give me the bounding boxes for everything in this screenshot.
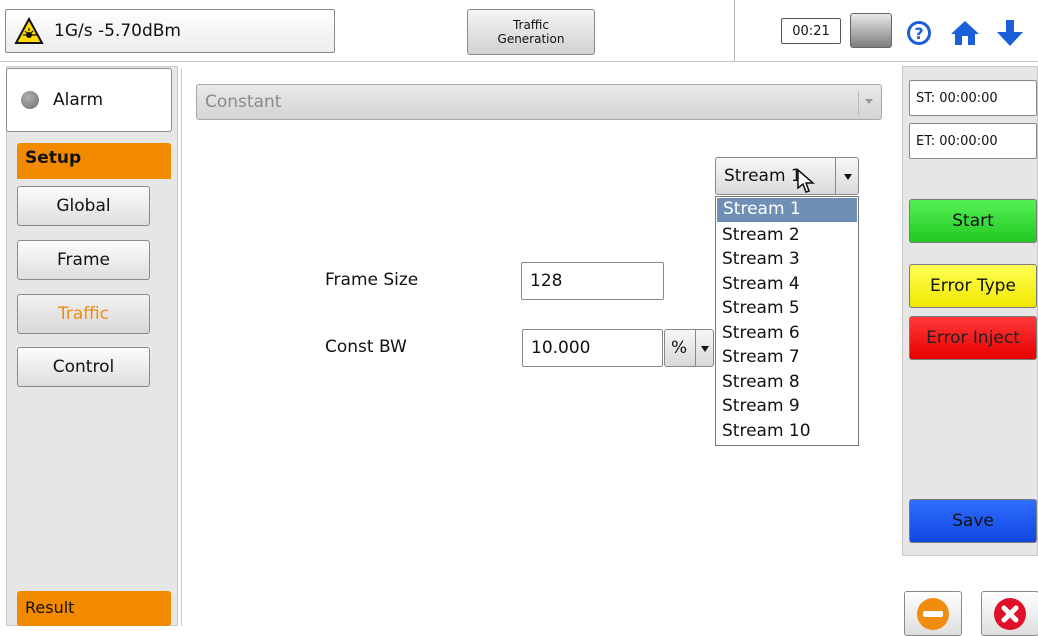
mouse-cursor-icon xyxy=(797,168,816,193)
end-time-display: ET: 00:00:00 xyxy=(909,123,1037,159)
close-icon xyxy=(994,597,1026,630)
bw-unit-value: % xyxy=(671,338,688,358)
stream-option[interactable]: Stream 1 xyxy=(717,198,857,222)
stream-option[interactable]: Stream 3 xyxy=(716,247,858,272)
error-type-button[interactable]: Error Type xyxy=(909,264,1037,308)
stream-option[interactable]: Stream 7 xyxy=(716,345,858,370)
divider xyxy=(734,0,735,62)
stream-option[interactable]: Stream 10 xyxy=(716,419,858,444)
download-arrow-icon[interactable] xyxy=(995,18,1025,48)
stream-option[interactable]: Stream 6 xyxy=(716,321,858,346)
svg-text:?: ? xyxy=(914,24,923,43)
page-title-button[interactable]: Traffic Generation xyxy=(467,9,595,55)
help-icon[interactable]: ? xyxy=(904,18,934,48)
stream-select[interactable]: Stream 1 xyxy=(715,157,859,195)
setup-tab[interactable]: Setup xyxy=(17,143,171,179)
laser-warning-icon xyxy=(14,17,44,44)
stream-option[interactable]: Stream 9 xyxy=(716,394,858,419)
frame-size-field[interactable]: 128 xyxy=(521,262,664,300)
start-button[interactable]: Start xyxy=(909,199,1037,243)
const-bw-label: Const BW xyxy=(325,337,407,357)
sidebar-item-frame[interactable]: Frame xyxy=(17,240,150,280)
const-bw-field[interactable]: 10.000 xyxy=(522,329,663,367)
save-button[interactable]: Save xyxy=(909,499,1037,543)
bw-unit-select[interactable]: % xyxy=(664,329,714,367)
divider xyxy=(835,158,836,194)
frame-size-label: Frame Size xyxy=(325,270,419,290)
clock-display: 00:21 xyxy=(781,18,841,44)
minimize-button[interactable] xyxy=(904,591,962,636)
stream-dropdown-list[interactable]: Stream 1 Stream 2 Stream 3 Stream 4 Stre… xyxy=(715,196,859,446)
chevron-down-icon xyxy=(865,99,873,104)
stream-option[interactable]: Stream 8 xyxy=(716,370,858,395)
rate-status-box[interactable]: 1G/s -5.70dBm xyxy=(5,9,335,53)
error-inject-button[interactable]: Error Inject xyxy=(909,316,1037,360)
start-time-display: ST: 00:00:00 xyxy=(909,80,1037,116)
stream-option[interactable]: Stream 4 xyxy=(716,272,858,297)
home-icon[interactable] xyxy=(950,18,980,48)
traffic-mode-value: Constant xyxy=(205,92,282,112)
minus-circle-icon xyxy=(917,597,949,630)
stream-option[interactable]: Stream 5 xyxy=(716,296,858,321)
sidebar-item-traffic[interactable]: Traffic xyxy=(17,294,150,334)
chevron-down-icon xyxy=(844,174,852,180)
chevron-down-icon xyxy=(701,346,709,352)
sidebar-item-global[interactable]: Global xyxy=(17,186,150,226)
divider xyxy=(695,330,696,366)
alarm-label: Alarm xyxy=(53,90,104,110)
result-tab[interactable]: Result xyxy=(17,591,171,626)
alarm-button[interactable]: Alarm xyxy=(6,68,172,132)
sidebar-item-control[interactable]: Control xyxy=(17,347,150,387)
alarm-led-icon xyxy=(21,91,39,109)
close-button[interactable] xyxy=(981,591,1038,636)
battery-icon xyxy=(850,13,892,48)
traffic-mode-select[interactable]: Constant xyxy=(196,84,882,120)
stream-select-value: Stream 1 xyxy=(724,166,802,186)
stream-option[interactable]: Stream 2 xyxy=(716,223,858,248)
divider xyxy=(858,91,859,115)
rate-status-text: 1G/s -5.70dBm xyxy=(54,21,181,41)
